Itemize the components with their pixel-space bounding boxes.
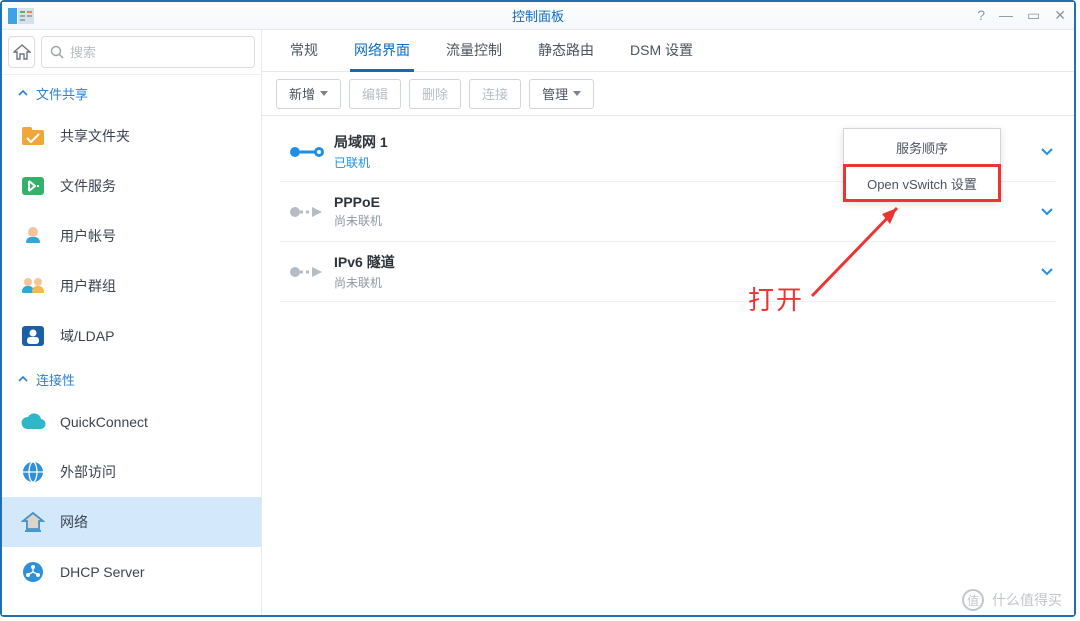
titlebar: 控制面板 ? — ▭ ✕ <box>2 2 1074 30</box>
toolbar: 新增 编辑 删除 连接 管理 <box>262 72 1074 116</box>
dhcp-icon <box>20 559 46 585</box>
tab-static-route[interactable]: 静态路由 <box>534 31 598 72</box>
connect-button[interactable]: 连接 <box>469 79 521 109</box>
maximize-icon[interactable]: ▭ <box>1027 7 1040 24</box>
chevron-down-icon[interactable] <box>1038 147 1056 157</box>
interface-status: 尚未联机 <box>334 212 1038 229</box>
window-title: 控制面板 <box>512 6 564 25</box>
section-file-sharing[interactable]: 文件共享 <box>2 75 261 111</box>
help-icon[interactable]: ? <box>977 7 985 24</box>
sidebar-item-label: 用户帐号 <box>60 226 116 246</box>
watermark-text: 什么值得买 <box>992 590 1062 610</box>
sidebar-item-external-access[interactable]: 外部访问 <box>2 447 261 497</box>
watermark-icon: 值 <box>962 589 984 611</box>
network-icon <box>20 509 46 535</box>
chevron-up-icon <box>18 88 28 98</box>
button-label: 管理 <box>542 84 568 103</box>
globe-icon <box>20 459 46 485</box>
body: 文件共享 共享文件夹 文件服务 用户帐号 用户群组 <box>2 30 1074 615</box>
tab-general[interactable]: 常规 <box>286 31 322 72</box>
tab-dsm-settings[interactable]: DSM 设置 <box>626 31 697 72</box>
disconnected-icon <box>280 204 334 220</box>
ldap-icon <box>20 323 46 349</box>
manage-dropdown: 服务顺序 Open vSwitch 设置 <box>843 128 1001 202</box>
tabs: 常规 网络界面 流量控制 静态路由 DSM 设置 <box>262 30 1074 72</box>
app-window: 控制面板 ? — ▭ ✕ 文件共享 <box>0 0 1076 617</box>
lan-connected-icon <box>280 144 334 160</box>
manage-button[interactable]: 管理 <box>529 79 594 109</box>
interface-status: 尚未联机 <box>334 274 1038 291</box>
sidebar-item-label: QuickConnect <box>60 414 148 430</box>
delete-button[interactable]: 删除 <box>409 79 461 109</box>
home-button[interactable] <box>8 36 35 68</box>
annotation-label: 打开 <box>748 280 804 317</box>
sidebar-item-shared-folder[interactable]: 共享文件夹 <box>2 111 261 161</box>
section-label: 文件共享 <box>36 84 88 103</box>
caret-down-icon <box>573 91 581 96</box>
edit-button[interactable]: 编辑 <box>349 79 401 109</box>
sidebar-item-network[interactable]: 网络 <box>2 497 261 547</box>
tab-traffic-control[interactable]: 流量控制 <box>442 31 506 72</box>
interface-text: IPv6 隧道 尚未联机 <box>334 252 1038 291</box>
sidebar-item-label: 域/LDAP <box>60 326 114 346</box>
window-controls: ? — ▭ ✕ <box>977 7 1066 24</box>
sidebar-item-dhcp[interactable]: DHCP Server <box>2 547 261 597</box>
menu-item-service-order[interactable]: 服务顺序 <box>844 129 1000 165</box>
app-icon <box>8 6 36 26</box>
disconnected-icon <box>280 264 334 280</box>
sidebar-item-label: 外部访问 <box>60 462 116 482</box>
caret-down-icon <box>320 91 328 96</box>
chevron-down-icon[interactable] <box>1038 207 1056 217</box>
search-input-wrap[interactable] <box>41 36 255 68</box>
minimize-icon[interactable]: — <box>999 7 1013 24</box>
watermark: 值 什么值得买 <box>962 589 1062 611</box>
add-button[interactable]: 新增 <box>276 79 341 109</box>
section-connectivity[interactable]: 连接性 <box>2 361 261 397</box>
sidebar-item-group[interactable]: 用户群组 <box>2 261 261 311</box>
sidebar-item-label: DHCP Server <box>60 564 145 580</box>
group-icon <box>20 273 46 299</box>
shared-folder-icon <box>20 123 46 149</box>
file-service-icon <box>20 173 46 199</box>
button-label: 新增 <box>289 84 315 103</box>
menu-item-open-vswitch[interactable]: Open vSwitch 设置 <box>844 165 1000 201</box>
user-icon <box>20 223 46 249</box>
interface-title: IPv6 隧道 <box>334 252 1038 272</box>
search-input[interactable] <box>70 45 246 60</box>
sidebar-item-label: 文件服务 <box>60 176 116 196</box>
cloud-icon <box>20 409 46 435</box>
chevron-down-icon[interactable] <box>1038 267 1056 277</box>
sidebar-item-user[interactable]: 用户帐号 <box>2 211 261 261</box>
sidebar: 文件共享 共享文件夹 文件服务 用户帐号 用户群组 <box>2 30 262 615</box>
sidebar-item-ldap[interactable]: 域/LDAP <box>2 311 261 361</box>
search-icon <box>50 45 64 59</box>
home-search-bar <box>2 30 261 75</box>
sidebar-item-label: 网络 <box>60 512 88 532</box>
tab-network-interface[interactable]: 网络界面 <box>350 31 414 72</box>
chevron-up-icon <box>18 374 28 384</box>
interface-row-ipv6-tunnel[interactable]: IPv6 隧道 尚未联机 <box>280 242 1056 302</box>
nav-list: 文件共享 共享文件夹 文件服务 用户帐号 用户群组 <box>2 75 261 615</box>
sidebar-item-label: 共享文件夹 <box>60 126 130 146</box>
sidebar-item-label: 用户群组 <box>60 276 116 296</box>
main-panel: 常规 网络界面 流量控制 静态路由 DSM 设置 新增 编辑 删除 连接 管理 … <box>262 30 1074 615</box>
sidebar-item-quickconnect[interactable]: QuickConnect <box>2 397 261 447</box>
sidebar-item-file-services[interactable]: 文件服务 <box>2 161 261 211</box>
close-icon[interactable]: ✕ <box>1054 7 1066 24</box>
section-label: 连接性 <box>36 370 75 389</box>
